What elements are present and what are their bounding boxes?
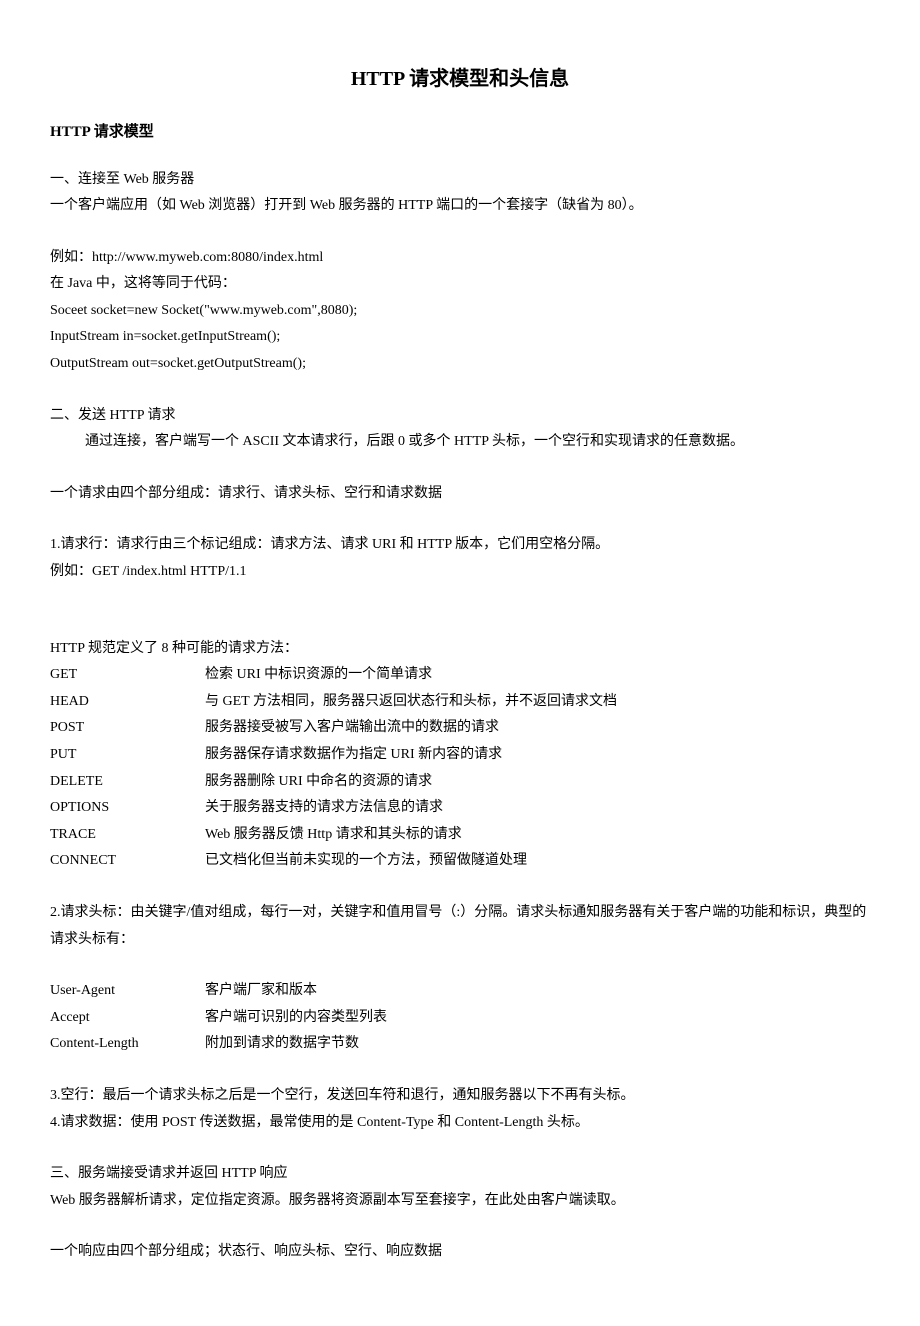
header-desc: 客户端厂家和版本 — [205, 978, 387, 1005]
header-name: User-Agent — [50, 978, 205, 1005]
body-text: 在 Java 中，这将等同于代码： — [50, 271, 870, 298]
body-text: HTTP 规范定义了 8 种可能的请求方法： — [50, 636, 870, 663]
table-row: GET检索 URI 中标识资源的一个简单请求 — [50, 662, 617, 689]
table-row: CONNECT已文档化但当前未实现的一个方法，预留做隧道处理 — [50, 848, 617, 875]
table-row: User-Agent客户端厂家和版本 — [50, 978, 387, 1005]
header-name: Accept — [50, 1005, 205, 1032]
code-line: OutputStream out=socket.getOutputStream(… — [50, 351, 870, 378]
body-text: 1.请求行：请求行由三个标记组成：请求方法、请求 URI 和 HTTP 版本，它… — [50, 532, 870, 559]
body-text: 一个请求由四个部分组成：请求行、请求头标、空行和请求数据 — [50, 481, 870, 508]
table-row: POST服务器接受被写入客户端输出流中的数据的请求 — [50, 715, 617, 742]
header-desc: 附加到请求的数据字节数 — [205, 1031, 387, 1058]
table-row: HEAD与 GET 方法相同，服务器只返回状态行和头标，并不返回请求文档 — [50, 689, 617, 716]
table-row: TRACEWeb 服务器反馈 Http 请求和其头标的请求 — [50, 822, 617, 849]
method-desc: 服务器保存请求数据作为指定 URI 新内容的请求 — [205, 742, 617, 769]
method-name: DELETE — [50, 769, 205, 796]
subsection-heading: 三、服务端接受请求并返回 HTTP 响应 — [50, 1161, 870, 1188]
method-name: POST — [50, 715, 205, 742]
method-name: TRACE — [50, 822, 205, 849]
headers-table: User-Agent客户端厂家和版本 Accept客户端可识别的内容类型列表 C… — [50, 978, 387, 1058]
method-name: PUT — [50, 742, 205, 769]
header-name: Content-Length — [50, 1031, 205, 1058]
method-desc: 关于服务器支持的请求方法信息的请求 — [205, 795, 617, 822]
document-title: HTTP 请求模型和头信息 — [50, 60, 870, 98]
body-text: 例如：http://www.myweb.com:8080/index.html — [50, 245, 870, 272]
section-heading: HTTP 请求模型 — [50, 118, 870, 147]
body-text: Web 服务器解析请求，定位指定资源。服务器将资源副本写至套接字，在此处由客户端… — [50, 1188, 870, 1215]
method-name: CONNECT — [50, 848, 205, 875]
method-desc: 已文档化但当前未实现的一个方法，预留做隧道处理 — [205, 848, 617, 875]
subsection-heading: 一、连接至 Web 服务器 — [50, 167, 870, 194]
body-text: 4.请求数据：使用 POST 传送数据，最常使用的是 Content-Type … — [50, 1110, 870, 1137]
method-desc: 与 GET 方法相同，服务器只返回状态行和头标，并不返回请求文档 — [205, 689, 617, 716]
code-line: InputStream in=socket.getInputStream(); — [50, 324, 870, 351]
body-text: 2.请求头标：由关键字/值对组成，每行一对，关键字和值用冒号（:）分隔。请求头标… — [50, 900, 870, 953]
methods-table: GET检索 URI 中标识资源的一个简单请求 HEAD与 GET 方法相同，服务… — [50, 662, 617, 875]
table-row: Content-Length附加到请求的数据字节数 — [50, 1031, 387, 1058]
method-desc: Web 服务器反馈 Http 请求和其头标的请求 — [205, 822, 617, 849]
method-desc: 服务器接受被写入客户端输出流中的数据的请求 — [205, 715, 617, 742]
body-text: 3.空行：最后一个请求头标之后是一个空行，发送回车符和退行，通知服务器以下不再有… — [50, 1083, 870, 1110]
header-desc: 客户端可识别的内容类型列表 — [205, 1005, 387, 1032]
method-name: OPTIONS — [50, 795, 205, 822]
code-line: Soceet socket=new Socket("www.myweb.com"… — [50, 298, 870, 325]
method-name: GET — [50, 662, 205, 689]
table-row: OPTIONS关于服务器支持的请求方法信息的请求 — [50, 795, 617, 822]
subsection-heading: 二、发送 HTTP 请求 — [50, 403, 870, 430]
method-desc: 检索 URI 中标识资源的一个简单请求 — [205, 662, 617, 689]
table-row: DELETE服务器删除 URI 中命名的资源的请求 — [50, 769, 617, 796]
body-text: 例如：GET /index.html HTTP/1.1 — [50, 559, 870, 586]
body-text: 通过连接，客户端写一个 ASCII 文本请求行，后跟 0 或多个 HTTP 头标… — [50, 429, 870, 456]
table-row: Accept客户端可识别的内容类型列表 — [50, 1005, 387, 1032]
body-text: 一个响应由四个部分组成；状态行、响应头标、空行、响应数据 — [50, 1239, 870, 1266]
method-name: HEAD — [50, 689, 205, 716]
body-text: 一个客户端应用（如 Web 浏览器）打开到 Web 服务器的 HTTP 端口的一… — [50, 193, 870, 220]
method-desc: 服务器删除 URI 中命名的资源的请求 — [205, 769, 617, 796]
table-row: PUT服务器保存请求数据作为指定 URI 新内容的请求 — [50, 742, 617, 769]
